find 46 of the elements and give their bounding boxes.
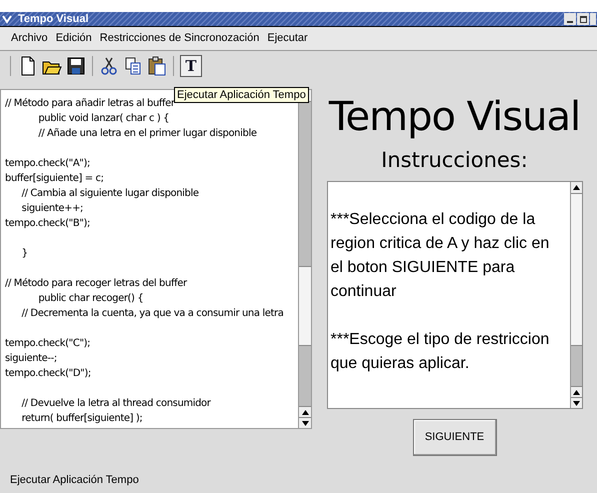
code-line: // Añade una letra en el primer lugar disponible (37, 127, 258, 141)
code-line: public void lanzar( char c ) { (37, 112, 170, 126)
save-icon[interactable] (66, 56, 86, 76)
code-line: // Devuelve la letra al thread consumidor (20, 397, 212, 411)
scroll-up-arrow-icon[interactable] (302, 410, 308, 414)
code-editor[interactable] (0, 89, 312, 429)
scroll-down-arrow-icon[interactable] (572, 400, 580, 406)
window-menu-icon[interactable] (2, 14, 12, 24)
scroll-thumb[interactable] (570, 194, 582, 346)
tooltip: Ejecutar Aplicación Tempo (174, 87, 309, 103)
cut-icon[interactable] (99, 56, 119, 76)
code-line: public char recoger() { (37, 292, 144, 306)
instruction-text: ***Selecciona el codigo de la region critica de A y haz clic en el boton SIGUIENTE para continuar (330, 210, 550, 302)
paste-icon[interactable] (147, 56, 167, 76)
code-line: siguiente--; (5, 352, 58, 366)
run-button[interactable]: T (180, 55, 202, 77)
scroll-up-arrow-icon[interactable] (572, 185, 580, 190)
code-line: // Método para recoger letras del buffer (5, 277, 188, 291)
code-line: // Cambia al siguiente lugar disponible (20, 187, 200, 201)
code-line: buffer[siguiente] = c; (5, 172, 105, 186)
scrollbar[interactable] (570, 182, 582, 408)
code-line: siguiente++; (20, 202, 84, 216)
menu-item[interactable]: Edición (56, 30, 92, 47)
scroll-up-arrow-icon[interactable] (572, 390, 580, 394)
menu-item[interactable]: Ejecutar (267, 30, 308, 47)
code-line: // Decrementa la cuenta, ya que va a consumir una letra (20, 307, 284, 321)
menu-item[interactable]: Restricciones de Sincronozación (100, 30, 260, 47)
code-line: return( buffer[siguiente] ); (20, 412, 144, 426)
scroll-down-arrow-icon[interactable] (302, 420, 308, 426)
copy-icon[interactable] (123, 56, 143, 76)
status-text: Ejecutar Aplicación Tempo (10, 473, 139, 487)
code-line: tempo.check("D"); (5, 367, 92, 381)
code-line: tempo.check("B"); (5, 217, 91, 231)
code-line: } (20, 247, 29, 261)
window-title: Tempo Visual (18, 14, 89, 24)
app-title: Tempo Visual (328, 95, 580, 139)
instructions-heading: Instrucciones: (381, 147, 528, 173)
code-line: tempo.check("C"); (5, 337, 92, 351)
code-line: // Método para añadir letras al buffer (5, 97, 176, 111)
maximize-button[interactable] (577, 13, 589, 25)
instruction-text: ***Escoge el tipo de restriccion que quieras aplicar. (330, 330, 550, 374)
scroll-thumb[interactable] (299, 266, 311, 346)
next-button[interactable]: SIGUIENTE (412, 419, 496, 456)
code-line: tempo.check("A"); (5, 157, 91, 171)
menu-item[interactable]: Archivo (11, 30, 48, 47)
minimize-button[interactable] (564, 13, 576, 25)
